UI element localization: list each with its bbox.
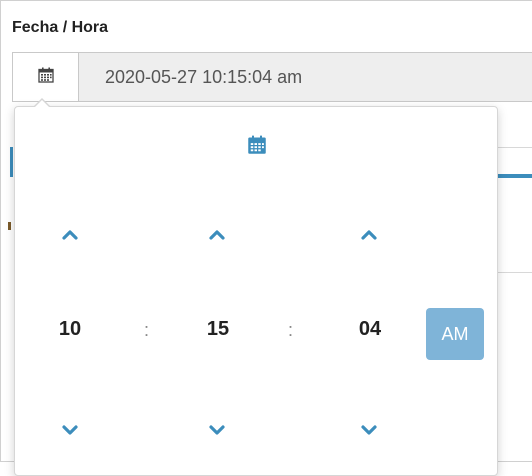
frame-border-left <box>0 0 1 462</box>
calendar-icon <box>247 135 267 160</box>
increment-hours-button[interactable] <box>53 222 87 250</box>
chevron-up-icon <box>361 227 377 245</box>
calendar-addon-button[interactable] <box>12 52 78 102</box>
frame-border-top <box>0 0 532 1</box>
background-glyph <box>8 222 11 230</box>
decrement-minutes-button[interactable] <box>200 418 234 446</box>
chevron-up-icon <box>209 227 225 245</box>
datetime-input[interactable]: 2020-05-27 10:15:04 am <box>78 52 532 102</box>
time-separator: : <box>144 320 150 340</box>
chevron-up-icon <box>62 227 78 245</box>
decrement-hours-button[interactable] <box>53 418 87 446</box>
decrement-seconds-button[interactable] <box>352 418 386 446</box>
background-divider <box>498 272 532 273</box>
chevron-down-icon <box>361 423 377 441</box>
calendar-icon <box>37 67 54 88</box>
increment-minutes-button[interactable] <box>200 222 234 250</box>
seconds-value[interactable]: 04 <box>340 318 400 341</box>
hours-value[interactable]: 10 <box>40 318 100 341</box>
background-tab-edge <box>10 147 13 177</box>
chevron-down-icon <box>209 423 225 441</box>
toggle-date-view-button[interactable] <box>246 135 268 160</box>
background-divider <box>498 147 532 148</box>
background-tab-underline <box>498 174 532 178</box>
chevron-down-icon <box>62 423 78 441</box>
time-separator: : <box>288 320 294 340</box>
popup-caret-inner <box>35 100 49 107</box>
increment-seconds-button[interactable] <box>352 222 386 250</box>
am-pm-toggle-button[interactable]: AM <box>426 308 484 360</box>
field-label: Fecha / Hora <box>12 19 109 36</box>
minutes-value[interactable]: 15 <box>188 318 248 341</box>
